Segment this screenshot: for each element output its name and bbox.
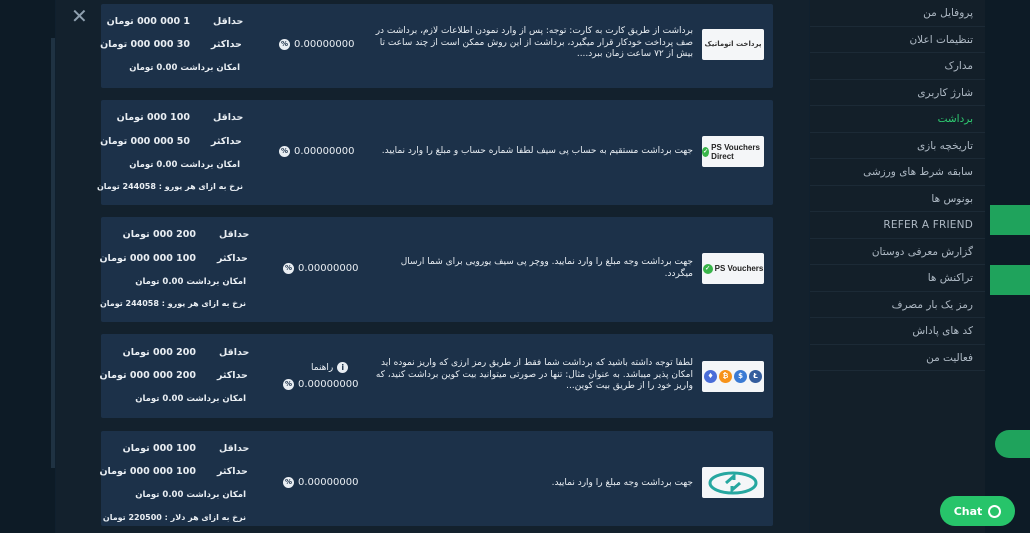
sidebar-item-notification-settings[interactable]: تنظیمات اعلان — [810, 27, 985, 53]
method-description: برداشت از طریق کارت به کارت: توجه: پس از… — [375, 26, 693, 59]
sidebar-item-transactions[interactable]: تراکنش ها — [810, 265, 985, 292]
possible-amount: امکان برداشت 0.00 تومان — [129, 63, 240, 73]
sidebar-item-bonuses[interactable]: بونوس ها — [810, 186, 985, 212]
percent-icon: % — [279, 146, 290, 157]
sidebar-item-sports-bets[interactable]: سابقه شرط های ورزشی — [810, 159, 985, 186]
method-description: جهت برداشت وجه مبلغ را وارد نمایید. — [551, 478, 693, 488]
withdraw-method-card[interactable]: ✓ PS Vouchers Direct جهت برداشت مستقیم ب… — [97, 100, 773, 205]
max-value: 50 000 000 تومان — [100, 136, 190, 147]
auto-payment-logo: پرداخت اتوماتیک — [702, 29, 764, 60]
sidebar-item-refer-friend[interactable]: REFER A FRIEND — [810, 212, 985, 239]
fee-percent: % 0.00000000 — [283, 379, 358, 390]
method-description: جهت برداشت مستقیم به حساب پی سیف لطفا شم… — [381, 146, 693, 156]
percent-icon: % — [283, 379, 294, 390]
crypto-logo: ♦ ₿ $ Ł — [702, 361, 764, 392]
exchange-rate: نرخ به ازای هر یورو : 244058 تومان — [99, 299, 246, 308]
fee-percent-value: 0.00000000 — [294, 39, 355, 50]
chat-bubble-icon — [988, 504, 1002, 518]
decorative-shape — [995, 430, 1030, 458]
percent-icon: % — [283, 477, 294, 488]
sidebar-item-otp[interactable]: رمز یک بار مصرف — [810, 292, 985, 318]
litecoin-icon: Ł — [749, 370, 762, 383]
max-label: حداکثر — [217, 253, 248, 264]
sidebar-item-referral-report[interactable]: گزارش معرفی دوستان — [810, 239, 985, 265]
max-label: حداکثر — [217, 370, 248, 381]
max-value: 100 000 000 تومان — [99, 466, 196, 477]
max-label: حداکثر — [217, 466, 248, 477]
fee-percent: % 0.00000000 — [283, 477, 358, 488]
min-value: 1 000 000 تومان — [106, 16, 190, 27]
min-label: حداقل — [213, 16, 244, 27]
sidebar-item-deposit[interactable]: شارژ کاربری — [810, 80, 985, 106]
bitcoin-icon: ₿ — [719, 370, 732, 383]
percent-icon: % — [283, 263, 294, 274]
info-icon: i — [337, 362, 349, 373]
fee-percent: % 0.00000000 — [279, 146, 354, 157]
percent-icon: % — [279, 39, 290, 50]
withdraw-method-card[interactable]: ✓ PS Vouchers جهت برداشت وجه مبلغ را وار… — [99, 217, 773, 322]
min-label: حداقل — [219, 347, 250, 358]
decorative-shape — [990, 265, 1030, 295]
tether-logo — [702, 467, 764, 498]
chat-button[interactable]: Chat — [940, 496, 1015, 526]
withdraw-method-card[interactable]: پرداخت اتوماتیک برداشت از طریق کارت به ک… — [100, 4, 773, 88]
min-label: حداقل — [219, 229, 250, 240]
max-label: حداکثر — [211, 39, 242, 50]
sidebar-item-withdraw[interactable]: برداشت — [810, 106, 985, 133]
fee-percent: % 0.00000000 — [283, 263, 358, 274]
exchange-rate: نرخ به ازای هر دلار : 220500 تومان — [102, 513, 246, 522]
account-sidebar: پروفایل من تنظیمات اعلان مدارک شارژ کارب… — [810, 0, 985, 533]
sidebar-item-profile[interactable]: پروفایل من — [810, 0, 985, 27]
min-value: 100 000 تومان — [122, 443, 196, 454]
possible-amount: امکان برداشت 0.00 تومان — [135, 490, 246, 500]
sidebar-item-reward-codes[interactable]: کد های پاداش — [810, 318, 985, 345]
max-value: 100 000 000 تومان — [99, 253, 196, 264]
guide-link[interactable]: i راهنما — [311, 362, 349, 373]
decorative-shape — [990, 205, 1030, 235]
background-left — [0, 0, 55, 533]
possible-amount: امکان برداشت 0.00 تومان — [129, 160, 240, 170]
min-value: 100 000 تومان — [116, 112, 190, 123]
min-value: 200 000 تومان — [122, 347, 196, 358]
min-label: حداقل — [219, 443, 250, 454]
ethereum-icon: ♦ — [704, 370, 717, 383]
ps-icon: ✓ — [702, 146, 710, 157]
fee-percent-value: 0.00000000 — [298, 477, 359, 488]
sidebar-item-documents[interactable]: مدارک — [810, 53, 985, 80]
ps-vouchers-direct-logo: ✓ PS Vouchers Direct — [702, 136, 764, 167]
exchange-rate: نرخ به ازای هر یورو : 244058 تومان — [96, 182, 243, 191]
ps-icon: ✓ — [702, 263, 713, 274]
close-icon[interactable]: ✕ — [71, 6, 88, 26]
max-label: حداکثر — [211, 136, 242, 147]
withdraw-method-card[interactable]: جهت برداشت وجه مبلغ را وارد نمایید. % 0.… — [99, 431, 773, 526]
min-label: حداقل — [213, 112, 244, 123]
ps-vouchers-logo: ✓ PS Vouchers — [702, 253, 764, 284]
min-value: 200 000 تومان — [122, 229, 196, 240]
withdraw-method-card[interactable]: ♦ ₿ $ Ł لطفا توجه داشته باشید که برداشت … — [99, 334, 773, 418]
possible-amount: امکان برداشت 0.00 تومان — [135, 394, 246, 404]
modal-scrollbar[interactable] — [51, 38, 55, 468]
guide-label: راهنما — [311, 362, 334, 373]
method-description: لطفا توجه داشته باشید که برداشت شما فقط … — [375, 358, 693, 391]
tether-icon — [708, 471, 758, 494]
fee-percent-value: 0.00000000 — [298, 379, 359, 390]
max-value: 30 000 000 تومان — [100, 39, 190, 50]
fee-percent-value: 0.00000000 — [294, 146, 355, 157]
sidebar-item-my-activity[interactable]: فعالیت من — [810, 345, 985, 371]
fee-percent: % 0.00000000 — [279, 39, 354, 50]
usdc-icon: $ — [734, 370, 747, 383]
max-value: 200 000 000 تومان — [99, 370, 196, 381]
sidebar-item-game-history[interactable]: تاریخچه بازی — [810, 133, 985, 159]
chat-label: Chat — [953, 504, 983, 518]
method-description: جهت برداشت وجه مبلغ را وارد نمایید. ووچر… — [400, 257, 693, 279]
fee-percent-value: 0.00000000 — [298, 263, 359, 274]
possible-amount: امکان برداشت 0.00 تومان — [135, 277, 246, 287]
